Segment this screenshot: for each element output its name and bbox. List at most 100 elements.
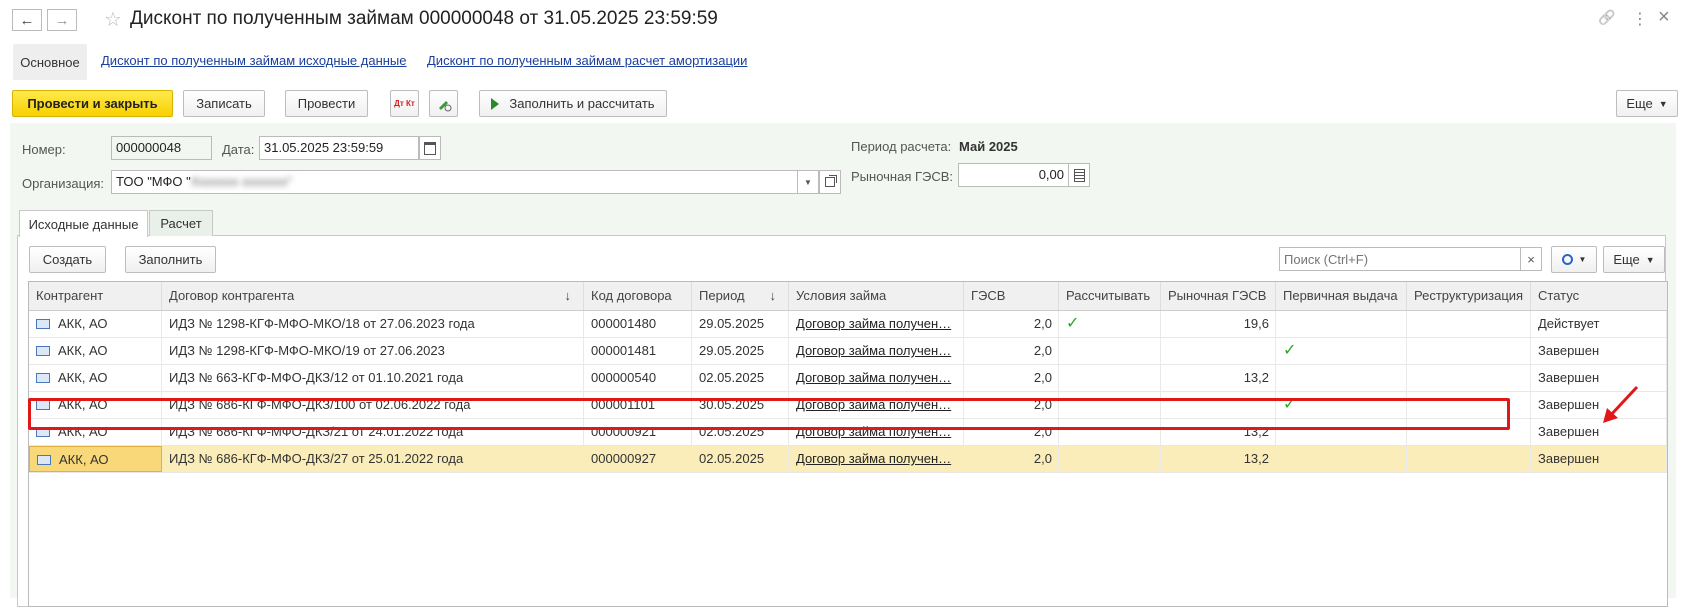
chevron-down-icon: ▼ [1658,98,1668,109]
cell-terms[interactable]: Договор займа получен… [789,365,964,391]
more-vertical-icon[interactable]: ⋮ [1632,9,1648,29]
column-header-status[interactable]: Статус [1531,282,1667,310]
cell-gesv: 2,0 [964,338,1059,364]
more-label: Еще [1626,96,1653,111]
market-rate-field[interactable]: 0,00 [958,163,1069,187]
cell-calculate [1059,365,1161,391]
organization-open-button[interactable] [819,170,841,194]
tab-calculation-label: Расчет [160,216,202,231]
cell-counterparty: АКК, АО [29,338,162,364]
cell-gesv-text: 2,0 [1033,316,1052,331]
cell-primary-issue [1276,365,1407,391]
cell-counterparty: АКК, АО [29,311,162,337]
cell-counterparty: АКК, АО [29,365,162,391]
forward-button[interactable]: → [47,9,77,31]
tab-calculation[interactable]: Расчет [149,210,213,236]
column-header-code[interactable]: Код договора [584,282,692,310]
calendar-icon [424,141,436,155]
search-clear-button[interactable]: × [1520,247,1542,271]
chevron-down-icon: ▼ [1578,255,1587,264]
column-header-calculate[interactable]: Рассчитывать [1059,282,1161,310]
calendar-button[interactable] [419,136,441,160]
link-source-data[interactable]: Дисконт по полученным займам исходные да… [101,53,407,68]
cell-code-text: 000001480 [591,316,657,331]
play-icon [491,97,500,110]
cell-code-text: 000001481 [591,343,657,358]
tab-main-label: Основное [20,54,80,70]
organization-field[interactable]: ТОО "МФО "Ххххххх ххххххх" [111,170,798,194]
cell-status-text: Действует [1538,316,1600,331]
cell-status: Завершен [1531,338,1667,364]
link-amortization[interactable]: Дисконт по полученным займам расчет амор… [427,53,747,68]
create-button[interactable]: Создать [29,246,106,273]
column-header-gesv[interactable]: ГЭСВ [964,282,1059,310]
column-header-contract[interactable]: Договор контрагента ↓ [162,282,584,310]
save-button[interactable]: Записать [183,90,265,117]
calculator-button[interactable] [1068,163,1090,187]
fill-button[interactable]: Заполнить [125,246,216,273]
back-button[interactable]: ← [12,9,42,31]
table-row[interactable]: АКК, АО ИДЗ № 1298-КГФ-МФО-МКО/19 от 27.0… [29,338,1667,365]
cell-terms[interactable]: Договор займа получен… [789,338,964,364]
cell-calculate [1059,446,1161,472]
dtkt-button[interactable]: Дт Кт [390,90,419,117]
search-button[interactable]: ▼ [1551,246,1597,273]
table-row[interactable]: АКК, АО ИДЗ № 663-КГФ-МФО-ДКЗ/12 от 01.10… [29,365,1667,392]
close-icon: × [1527,251,1535,267]
table-row[interactable]: АКК, АО ИДЗ № 686-КГФ-МФО-ДКЗ/27 от 25.01… [29,446,1667,473]
link-icon[interactable]: 🔗 [1598,9,1615,26]
cell-terms[interactable]: Договор займа получен… [789,446,964,472]
highlight-frame [28,398,1510,430]
cell-restructuring [1407,338,1531,364]
tab-source-data[interactable]: Исходные данные [19,210,148,237]
column-header-terms[interactable]: Условия займа [789,282,964,310]
cell-code-text: 000000927 [591,451,657,466]
column-header-market-gesv[interactable]: Рыночная ГЭСВ [1161,282,1276,310]
edit-attachment-button[interactable] [429,90,458,117]
cell-status-text: Завершен [1538,343,1600,358]
cell-counterparty-text: АКК, АО [58,316,108,331]
table-more-button[interactable]: Еще ▼ [1603,246,1665,273]
period-value: Май 2025 [959,139,1018,154]
cell-code-text: 000000540 [591,370,657,385]
column-header-period[interactable]: Период ↓ [692,282,789,310]
cell-status: Завершен [1531,446,1667,472]
calculator-icon [1073,168,1085,182]
organization-dropdown-button[interactable]: ▼ [797,170,819,194]
close-icon[interactable]: × [1658,6,1670,29]
cell-contract-text: ИДЗ № 1298-КГФ-МФО-МКО/19 от 27.06.2023 [169,343,445,358]
column-header-primary-issue[interactable]: Первичная выдача [1276,282,1407,310]
date-field[interactable]: 31.05.2025 23:59:59 [259,136,419,160]
document-icon [36,372,50,383]
cell-period: 29.05.2025 [692,338,789,364]
cell-counterparty-text: АКК, АО [58,370,108,385]
cell-contract-text: ИДЗ № 1298-КГФ-МФО-МКО/18 от 27.06.2023 … [169,316,475,331]
sort-arrow-icon: ↓ [564,288,572,303]
cell-status-text: Завершен [1538,451,1600,466]
more-button[interactable]: Еще ▼ [1616,90,1678,117]
tab-main[interactable]: Основное [13,44,87,80]
fill-and-calculate-label: Заполнить и рассчитать [509,96,655,111]
cell-period-text: 29.05.2025 [699,316,765,331]
table-row[interactable]: АКК, АО ИДЗ № 1298-КГФ-МФО-МКО/18 от 27.0… [29,311,1667,338]
cell-contract: ИДЗ № 686-КГФ-МФО-ДКЗ/27 от 25.01.2022 г… [162,446,584,472]
fill-and-calculate-button[interactable]: Заполнить и рассчитать [479,90,667,117]
cell-market-gesv-text: 19,6 [1243,316,1269,331]
post-button[interactable]: Провести [285,90,368,117]
search-input[interactable] [1279,247,1522,271]
organization-value: ТОО "МФО " [116,174,191,189]
number-field[interactable]: 000000048 [111,136,212,160]
column-header-restructuring[interactable]: Реструктуризация [1407,282,1531,310]
cell-terms-text: Договор займа получен… [796,451,952,466]
number-label: Номер: [22,142,66,157]
post-and-close-button[interactable]: Провести и закрыть [12,90,173,117]
cell-terms[interactable]: Договор займа получен… [789,311,964,337]
column-header-counterparty[interactable]: Контрагент [29,282,162,310]
cell-gesv: 2,0 [964,365,1059,391]
organization-blurred: Ххххххх ххххххх" [190,174,293,189]
cell-code: 000000540 [584,365,692,391]
cell-status-text: Завершен [1538,424,1600,439]
cell-code: 000001481 [584,338,692,364]
star-icon[interactable]: ☆ [104,7,122,32]
arrow-annotation [1603,385,1639,423]
